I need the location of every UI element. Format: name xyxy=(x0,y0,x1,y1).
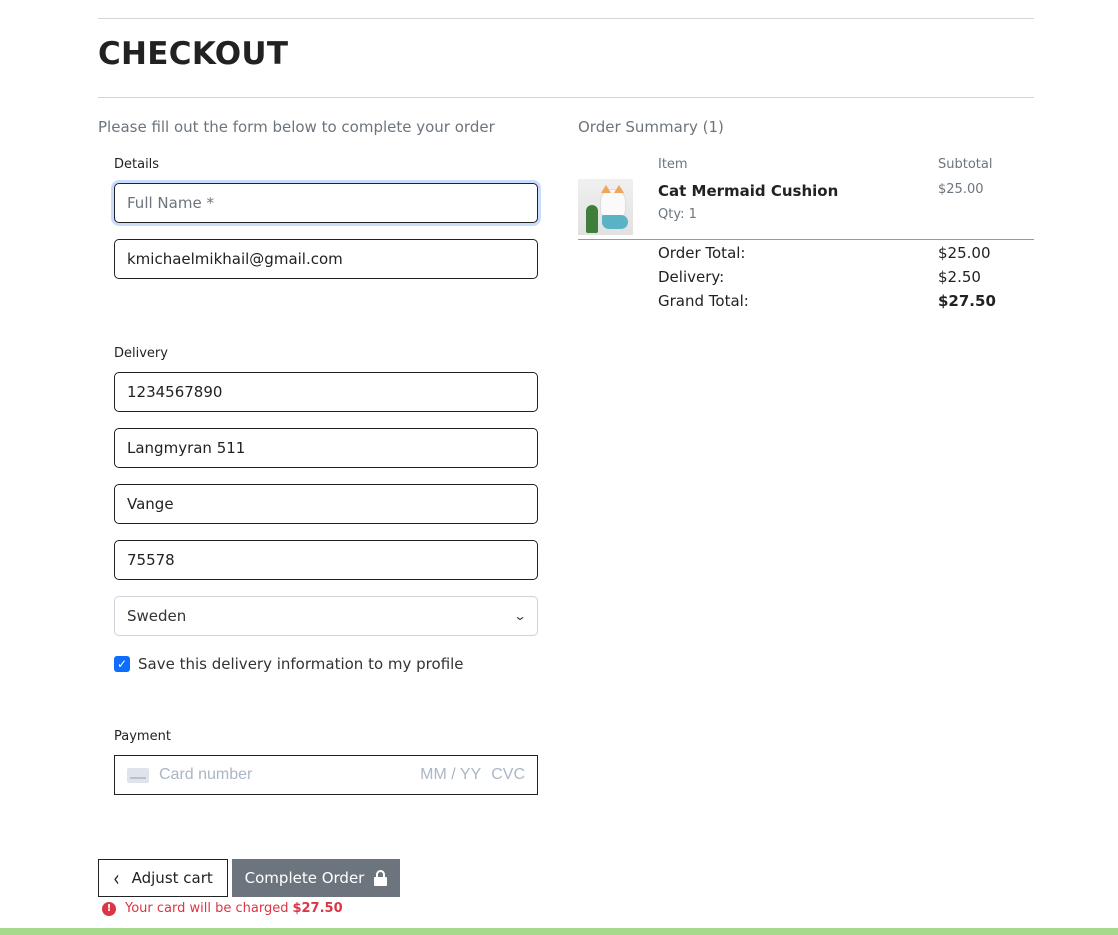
order-total-value: $25.00 xyxy=(938,244,991,262)
footer-accent-bar xyxy=(0,928,1118,935)
product-thumbnail[interactable] xyxy=(578,179,633,235)
full-name-input[interactable] xyxy=(114,183,538,223)
title-divider xyxy=(98,97,1034,98)
summary-item-subtotal: $25.00 xyxy=(938,182,984,197)
item-column-header: Item xyxy=(658,157,688,172)
summary-item-name: Cat Mermaid Cushion xyxy=(658,182,839,200)
card-element[interactable]: Card number MM / YY CVC xyxy=(114,755,538,795)
save-info-label[interactable]: Save this delivery information to my pro… xyxy=(138,655,464,673)
country-select[interactable]: Sweden ⌄ xyxy=(114,596,538,636)
charge-amount: $27.50 xyxy=(292,901,343,916)
form-intro: Please fill out the form below to comple… xyxy=(98,118,495,136)
details-section-label: Details xyxy=(114,157,160,172)
complete-order-button[interactable]: Complete Order xyxy=(232,859,400,897)
street-address-input[interactable] xyxy=(114,428,538,468)
town-input[interactable] xyxy=(114,484,538,524)
summary-divider xyxy=(578,239,1034,240)
lock-icon xyxy=(374,870,388,886)
delivery-cost-value: $2.50 xyxy=(938,268,981,286)
phone-input[interactable] xyxy=(114,372,538,412)
top-divider xyxy=(98,18,1034,19)
country-select-value: Sweden xyxy=(127,607,187,625)
order-summary-heading: Order Summary (1) xyxy=(578,118,724,136)
delivery-cost-label: Delivery: xyxy=(658,268,725,286)
order-total-label: Order Total: xyxy=(658,244,746,262)
credit-card-icon xyxy=(127,767,149,783)
save-info-checkbox[interactable]: ✓ xyxy=(114,656,130,672)
grand-total-value: $27.50 xyxy=(938,292,996,310)
adjust-cart-label: Adjust cart xyxy=(131,869,213,887)
page-title: CHECKOUT xyxy=(98,36,289,72)
card-number-placeholder: Card number xyxy=(159,766,253,783)
chevron-left-icon: ‹ xyxy=(113,864,120,892)
subtotal-column-header: Subtotal xyxy=(938,157,993,172)
charge-notice: ! Your card will be charged $27.50 xyxy=(102,901,343,916)
delivery-section-label: Delivery xyxy=(114,346,168,361)
complete-order-label: Complete Order xyxy=(244,869,365,887)
payment-section-label: Payment xyxy=(114,729,171,744)
card-cvc-placeholder: CVC xyxy=(491,766,525,783)
grand-total-label: Grand Total: xyxy=(658,292,749,310)
summary-item-qty: Qty: 1 xyxy=(658,207,697,222)
chevron-down-icon: ⌄ xyxy=(513,609,527,623)
charge-notice-text: Your card will be charged xyxy=(125,901,289,916)
adjust-cart-button[interactable]: ‹ Adjust cart xyxy=(98,859,228,897)
postcode-input[interactable] xyxy=(114,540,538,580)
card-expiry-placeholder: MM / YY xyxy=(420,766,482,783)
email-input[interactable] xyxy=(114,239,538,279)
exclamation-circle-icon: ! xyxy=(102,901,116,916)
